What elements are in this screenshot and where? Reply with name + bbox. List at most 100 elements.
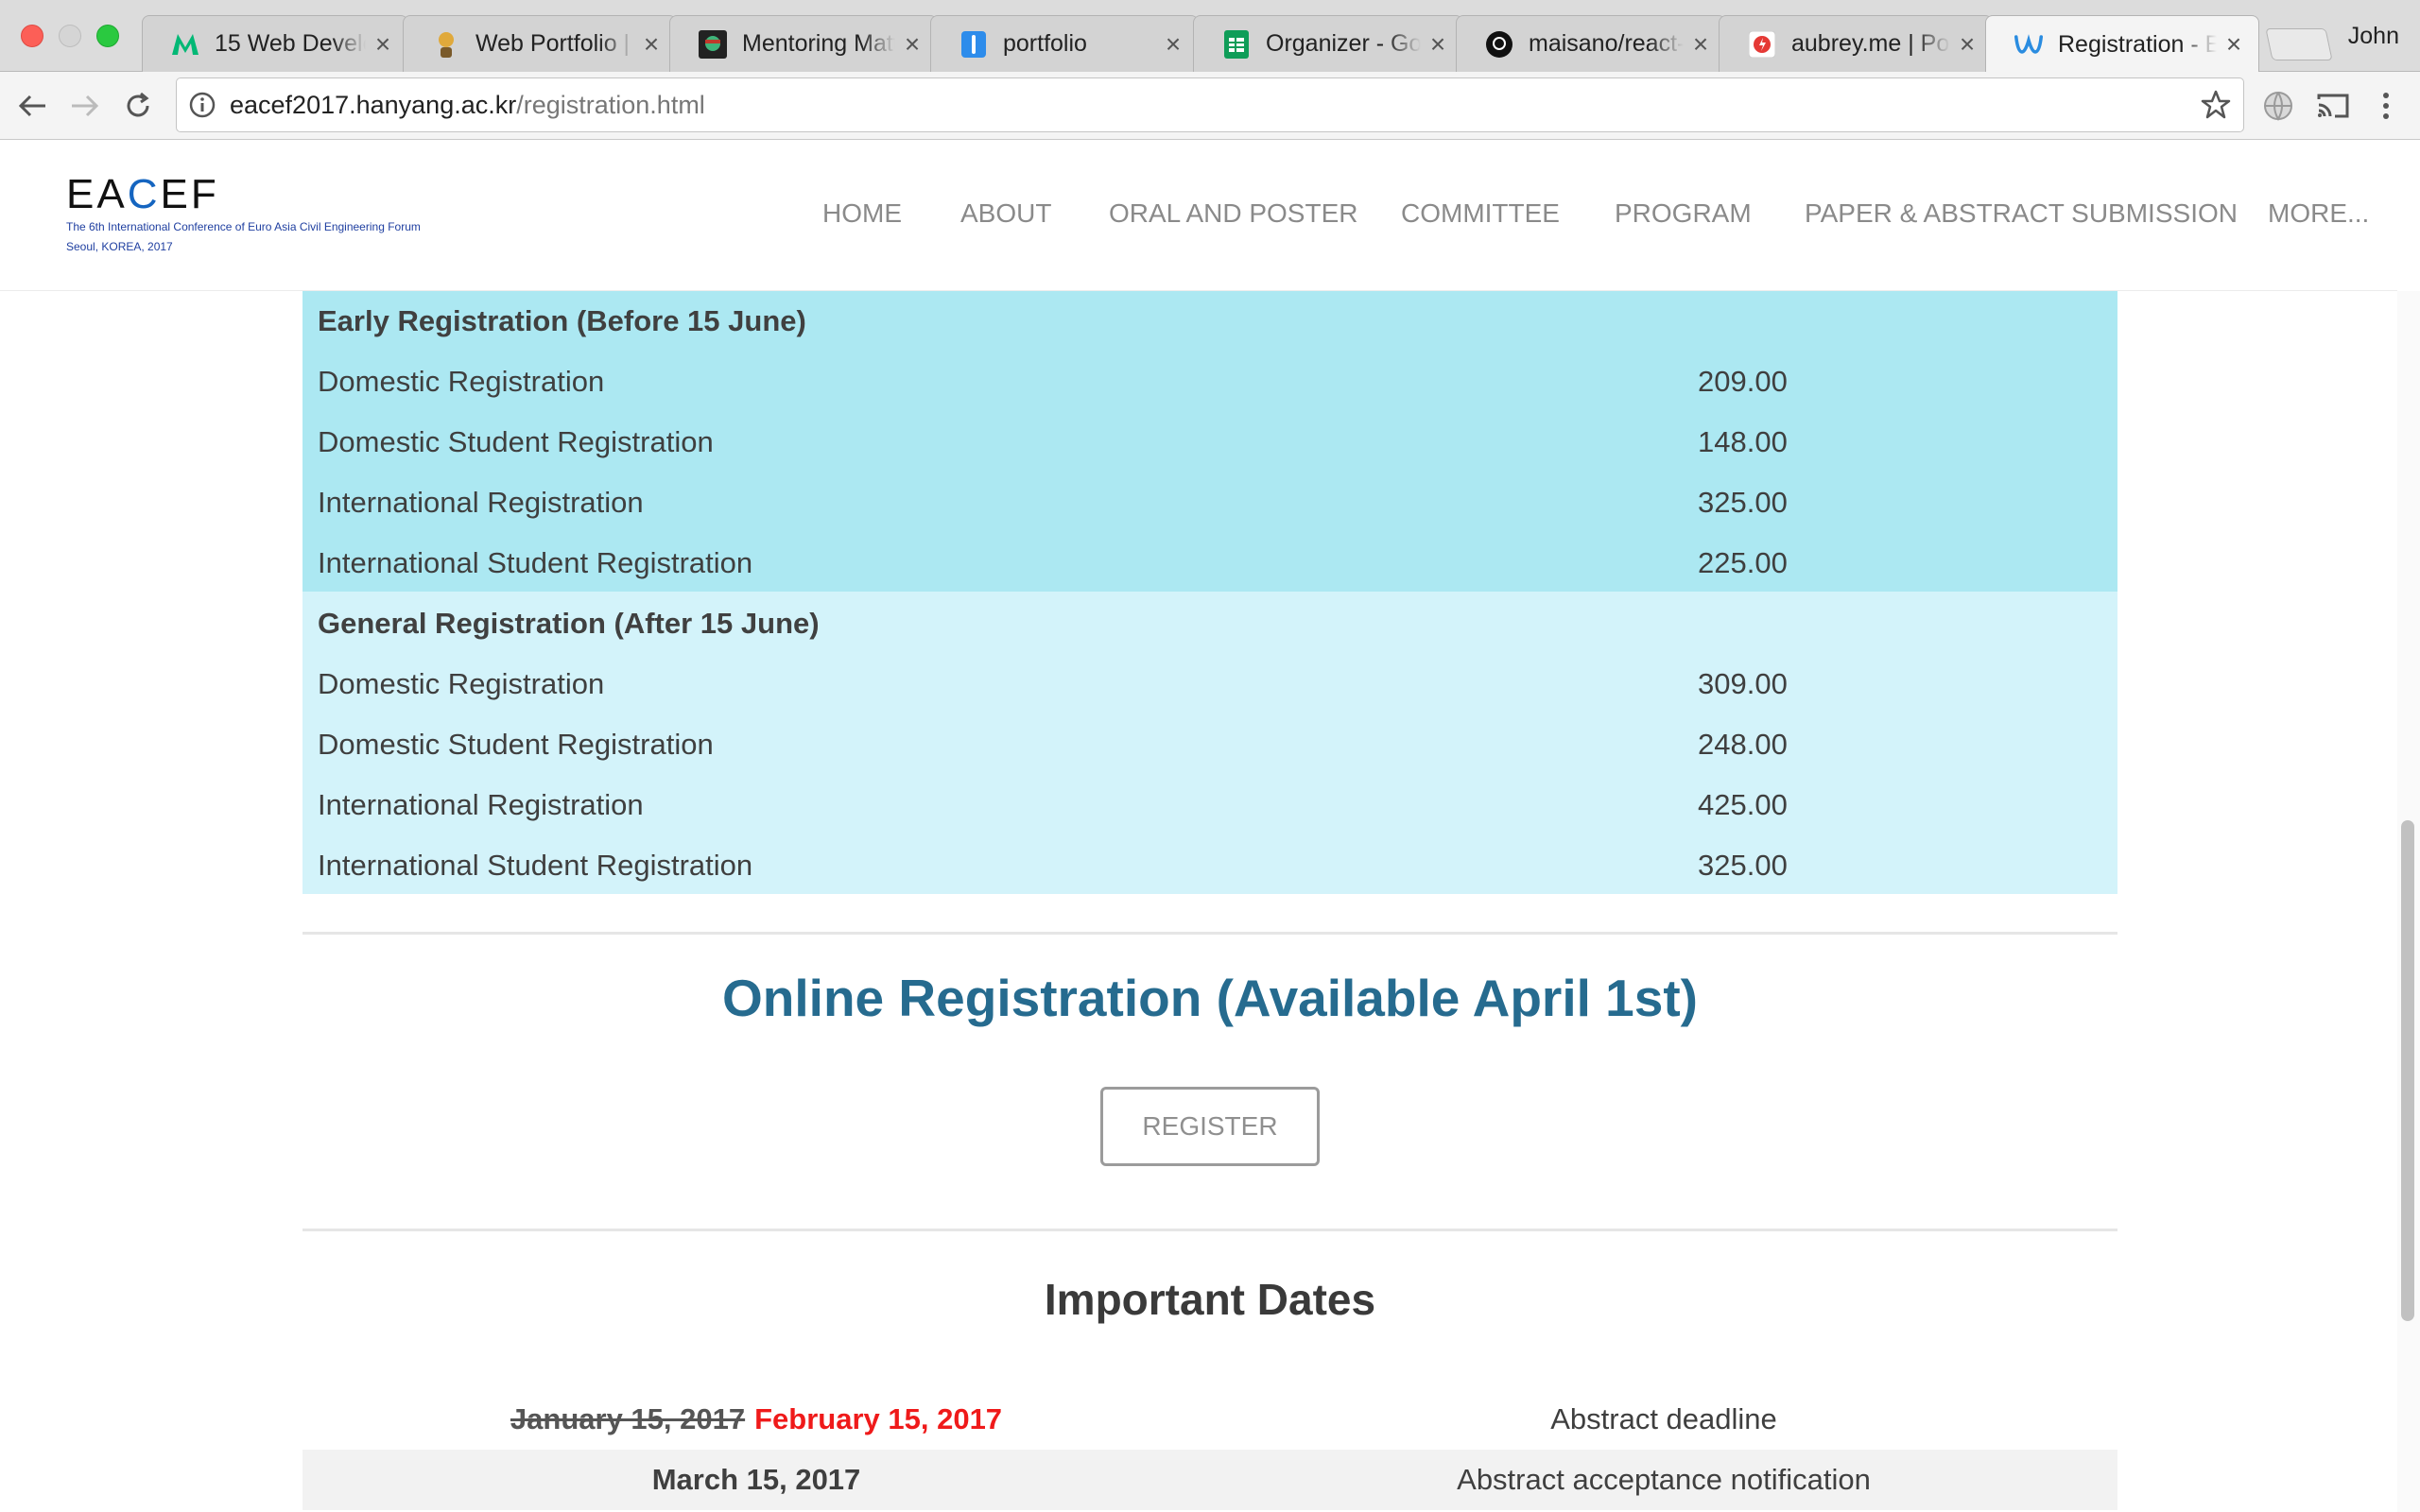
close-icon[interactable]: × bbox=[1162, 30, 1184, 58]
tab-title: Registration - EACEF bbox=[2058, 30, 2217, 58]
nav-paper-abstract-submission[interactable]: PAPER & ABSTRACT SUBMISSION bbox=[1805, 198, 2238, 229]
fee-label: Domestic Student Registration bbox=[318, 425, 714, 458]
site-header: EACEF The 6th International Conference o… bbox=[0, 140, 2397, 291]
nav-home[interactable]: HOME bbox=[822, 198, 902, 229]
early-registration-heading: Early Registration (Before 15 June) bbox=[318, 304, 806, 337]
trello-icon bbox=[959, 30, 988, 59]
date-row: March 15, 2017 Abstract acceptance notif… bbox=[302, 1450, 2118, 1510]
section-divider bbox=[302, 932, 2118, 935]
menu-dots-icon[interactable] bbox=[2367, 87, 2405, 125]
url-path: /registration.html bbox=[516, 90, 705, 119]
fee-row: Domestic Student Registration 148.00 bbox=[318, 412, 2095, 472]
fee-amount: 225.00 bbox=[1698, 546, 1788, 579]
fee-label: Domestic Registration bbox=[318, 667, 605, 700]
browser-tab-active[interactable]: Registration - EACEF × bbox=[1985, 15, 2259, 73]
important-dates-title: Important Dates bbox=[1044, 1275, 1376, 1324]
logo-subtitle: The 6th International Conference of Euro… bbox=[66, 220, 421, 233]
fee-row: International Registration 425.00 bbox=[318, 775, 2095, 835]
browser-tab[interactable]: Organizer - Google Sheets × bbox=[1193, 15, 1463, 72]
fee-row: International Registration 325.00 bbox=[318, 472, 2095, 533]
site-icon bbox=[1748, 30, 1776, 59]
site-logo[interactable]: EACEF The 6th International Conference o… bbox=[66, 174, 492, 259]
nav-program[interactable]: PROGRAM bbox=[1615, 198, 1752, 229]
logo-wordmark: EACEF bbox=[66, 171, 219, 217]
fee-amount: 325.00 bbox=[1698, 486, 1788, 519]
address-bar[interactable]: eacef2017.hanyang.ac.kr/registration.htm… bbox=[176, 77, 2244, 132]
forward-button[interactable] bbox=[66, 87, 104, 125]
fee-label: International Registration bbox=[318, 788, 644, 821]
fee-label: International Student Registration bbox=[318, 546, 753, 579]
date-cell: March 15, 2017 bbox=[302, 1450, 1210, 1510]
browser-tab[interactable]: portfolio × bbox=[930, 15, 1199, 72]
close-window-button[interactable] bbox=[21, 25, 43, 47]
info-icon[interactable] bbox=[188, 91, 216, 119]
fee-amount: 248.00 bbox=[1698, 728, 1788, 761]
fee-label: Domestic Student Registration bbox=[318, 728, 714, 761]
section-divider bbox=[302, 1228, 2118, 1231]
tab-title: maisano/react-router bbox=[1529, 30, 1684, 57]
general-registration-heading: General Registration (After 15 June) bbox=[318, 607, 820, 640]
globe-extension-icon[interactable] bbox=[2259, 87, 2297, 125]
tab-title: Web Portfolio | Tips bbox=[475, 30, 634, 57]
browser-tab[interactable]: Mentoring Matters × bbox=[669, 15, 938, 72]
browser-tab[interactable]: aubrey.me | Portfolio × bbox=[1719, 15, 1993, 72]
bookmark-star-icon[interactable] bbox=[2200, 89, 2232, 121]
date-value: March 15, 2017 bbox=[651, 1463, 861, 1496]
page-viewport: EACEF The 6th International Conference o… bbox=[0, 140, 2420, 1512]
close-icon[interactable]: × bbox=[640, 30, 663, 58]
close-icon[interactable]: × bbox=[901, 30, 924, 58]
fee-row: International Student Registration 225.00 bbox=[318, 533, 2095, 593]
mask-icon bbox=[699, 29, 727, 59]
browser-tab[interactable]: 15 Web Developer Portfolios × bbox=[142, 15, 408, 72]
fee-row: Domestic Student Registration 248.00 bbox=[318, 714, 2095, 775]
online-registration-title: Online Registration (Available April 1st… bbox=[722, 969, 1698, 1027]
back-button[interactable] bbox=[13, 87, 51, 125]
fee-amount: 325.00 bbox=[1698, 849, 1788, 882]
scrollbar-thumb[interactable] bbox=[2401, 820, 2414, 1321]
fee-label: International Student Registration bbox=[318, 849, 753, 882]
close-icon[interactable]: × bbox=[372, 30, 394, 58]
nav-more[interactable]: MORE... bbox=[2268, 198, 2369, 229]
close-icon[interactable]: × bbox=[2222, 31, 2245, 58]
fee-amount: 209.00 bbox=[1698, 365, 1788, 398]
nav-committee[interactable]: COMMITTEE bbox=[1401, 198, 1560, 229]
nav-oral-and-poster[interactable]: ORAL AND POSTER bbox=[1109, 198, 1357, 229]
new-tab-button[interactable] bbox=[2265, 28, 2333, 60]
fee-row: Domestic Registration 309.00 bbox=[318, 654, 2095, 714]
profile-name[interactable]: John bbox=[2348, 23, 2399, 50]
nav-about[interactable]: ABOUT bbox=[960, 198, 1051, 229]
fee-amount: 425.00 bbox=[1698, 788, 1788, 821]
forward-arrow-icon bbox=[72, 94, 99, 117]
browser-toolbar: eacef2017.hanyang.ac.kr/registration.htm… bbox=[0, 72, 2420, 140]
browser-tab[interactable]: Web Portfolio | Tips × bbox=[403, 15, 677, 72]
reload-icon bbox=[127, 92, 149, 117]
browser-tab[interactable]: maisano/react-router × bbox=[1456, 15, 1726, 72]
fee-amount: 148.00 bbox=[1698, 425, 1788, 458]
browser-tab-strip: 15 Web Developer Portfolios × Web Portfo… bbox=[0, 0, 2420, 73]
medium-icon bbox=[171, 30, 199, 59]
tab-title: aubrey.me | Portfolio bbox=[1791, 30, 1950, 57]
logo-location: Seoul, KOREA, 2017 bbox=[66, 240, 173, 253]
back-arrow-icon bbox=[18, 94, 45, 117]
close-icon[interactable]: × bbox=[1689, 30, 1712, 58]
avatar-icon bbox=[432, 30, 460, 59]
tab-title: 15 Web Developer Portfolios bbox=[215, 30, 366, 57]
fee-label: International Registration bbox=[318, 486, 644, 519]
fee-row: Domestic Registration 209.00 bbox=[318, 352, 2095, 412]
fee-label: Domestic Registration bbox=[318, 365, 605, 398]
event-cell: Abstract acceptance notification bbox=[1457, 1463, 1871, 1496]
event-cell: Abstract deadline bbox=[1550, 1402, 1777, 1435]
maximize-window-button[interactable] bbox=[96, 25, 119, 47]
close-icon[interactable]: × bbox=[1956, 30, 1979, 58]
fee-row: International Student Registration 325.00 bbox=[318, 835, 2095, 896]
date-cell: January 15, 2017 February 15, 2017 bbox=[302, 1389, 1210, 1450]
reload-button[interactable] bbox=[119, 87, 157, 125]
updated-date: February 15, 2017 bbox=[754, 1402, 1003, 1435]
close-icon[interactable]: × bbox=[1426, 30, 1449, 58]
minimize-window-button[interactable] bbox=[59, 25, 81, 47]
register-button[interactable]: REGISTER bbox=[1100, 1087, 1320, 1166]
fee-amount: 309.00 bbox=[1698, 667, 1788, 700]
page-scrollbar[interactable] bbox=[2397, 291, 2420, 1512]
early-registration-table: Early Registration (Before 15 June) Dome… bbox=[302, 291, 2118, 592]
cast-icon[interactable] bbox=[2314, 87, 2352, 125]
